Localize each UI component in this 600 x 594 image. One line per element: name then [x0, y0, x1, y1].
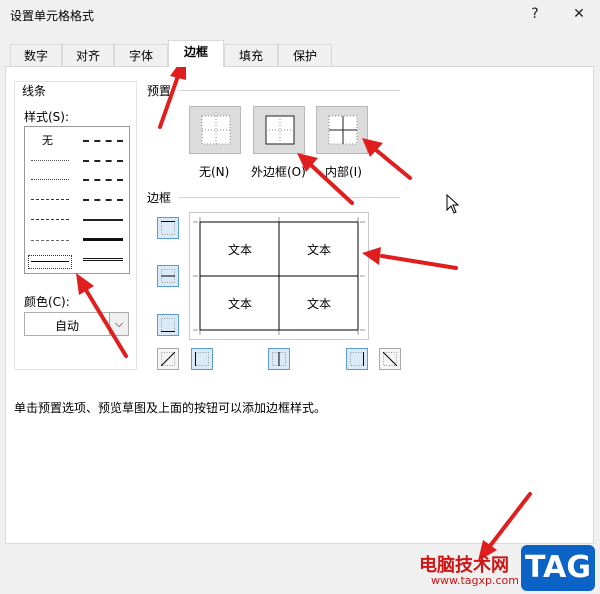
arrow-to-line-style — [76, 273, 128, 358]
annotation-arrows — [76, 54, 532, 561]
watermark-url: www.tagxp.com — [431, 574, 519, 587]
tab-border[interactable]: 边框 — [168, 40, 224, 67]
arrow-to-inside-preset — [362, 138, 412, 180]
watermark-logo: TAG — [521, 545, 595, 591]
arrow-to-preview — [362, 247, 458, 270]
arrow-to-outline-preset — [297, 153, 354, 205]
